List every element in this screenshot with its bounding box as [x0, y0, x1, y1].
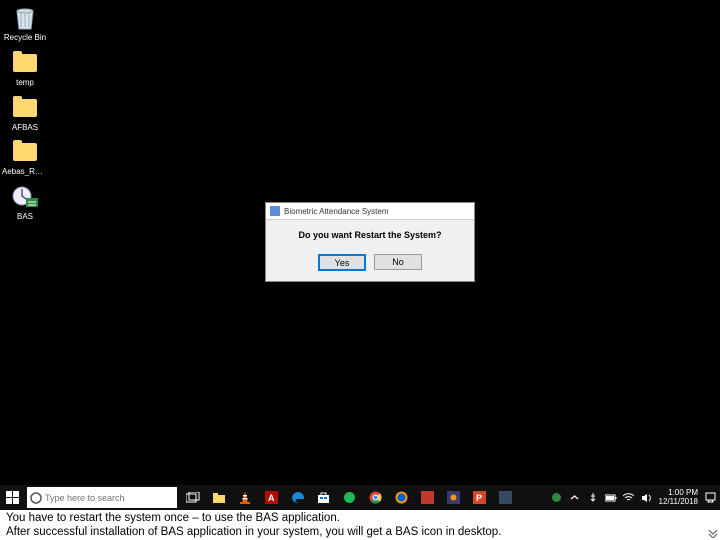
app-icon[interactable] [341, 490, 357, 506]
battery-icon[interactable] [605, 492, 617, 504]
date-text: 12/11/2018 [659, 498, 698, 507]
desktop-icons: Recycle Bin temp AFBAS Aebas_RD_... BAS [2, 4, 48, 222]
taskbar: A P 1:00 PM 12/11/2018 [0, 485, 720, 510]
trash-icon [11, 4, 39, 32]
svg-text:P: P [476, 493, 482, 503]
edge-icon[interactable] [289, 490, 305, 506]
vlc-icon[interactable] [237, 490, 253, 506]
app-icon-4[interactable] [497, 490, 513, 506]
app-icon-3[interactable] [445, 490, 461, 506]
no-button[interactable]: No [374, 254, 422, 270]
icon-label: Recycle Bin [4, 34, 46, 43]
search-input[interactable] [45, 493, 165, 503]
icon-label: BAS [17, 213, 33, 222]
svg-text:A: A [268, 493, 275, 503]
store-icon[interactable] [315, 490, 331, 506]
aebas-folder-icon[interactable]: Aebas_RD_... [2, 138, 48, 177]
start-button[interactable] [0, 485, 25, 510]
slide-caption: You have to restart the system once – to… [0, 510, 720, 540]
dialog-title: Biometric Attendance System [284, 207, 389, 216]
yes-button[interactable]: Yes [318, 254, 366, 271]
usb-icon[interactable] [587, 492, 599, 504]
explorer-icon[interactable] [211, 490, 227, 506]
desktop[interactable]: Recycle Bin temp AFBAS Aebas_RD_... BAS [0, 0, 720, 485]
dialog-app-icon [270, 206, 280, 216]
adobe-reader-icon[interactable]: A [263, 490, 279, 506]
icon-label: Aebas_RD_... [2, 168, 48, 177]
system-tray: 1:00 PM 12/11/2018 [551, 485, 720, 510]
folder-icon [11, 138, 39, 166]
dialog-button-row: Yes No [266, 250, 474, 281]
dialog-message: Do you want Restart the System? [266, 220, 474, 250]
search-box[interactable] [27, 487, 177, 508]
caption-line-2: After successful installation of BAS app… [6, 525, 714, 539]
clock[interactable]: 1:00 PM 12/11/2018 [659, 489, 698, 507]
notifications-icon[interactable] [704, 492, 716, 504]
taskbar-pinned: A P [185, 485, 513, 510]
wifi-icon[interactable] [623, 492, 635, 504]
app-icon [11, 183, 39, 211]
scroll-down-icon[interactable] [706, 526, 720, 540]
chrome-icon[interactable] [367, 490, 383, 506]
task-view-icon[interactable] [185, 490, 201, 506]
temp-folder-icon[interactable]: temp [2, 49, 48, 88]
chevron-up-icon[interactable] [569, 492, 581, 504]
folder-icon [11, 94, 39, 122]
caption-line-1: You have to restart the system once – to… [6, 511, 714, 525]
tray-app-icon[interactable] [551, 492, 563, 504]
app-icon-2[interactable] [419, 490, 435, 506]
restart-dialog: Biometric Attendance System Do you want … [265, 202, 475, 282]
afbas-folder-icon[interactable]: AFBAS [2, 94, 48, 133]
folder-icon [11, 49, 39, 77]
volume-icon[interactable] [641, 492, 653, 504]
dialog-titlebar[interactable]: Biometric Attendance System [266, 203, 474, 220]
bas-app-icon[interactable]: BAS [2, 183, 48, 222]
icon-label: AFBAS [12, 124, 38, 133]
cortana-icon [27, 492, 45, 504]
firefox-icon[interactable] [393, 490, 409, 506]
icon-label: temp [16, 79, 34, 88]
recycle-bin-icon[interactable]: Recycle Bin [2, 4, 48, 43]
powerpoint-icon[interactable]: P [471, 490, 487, 506]
